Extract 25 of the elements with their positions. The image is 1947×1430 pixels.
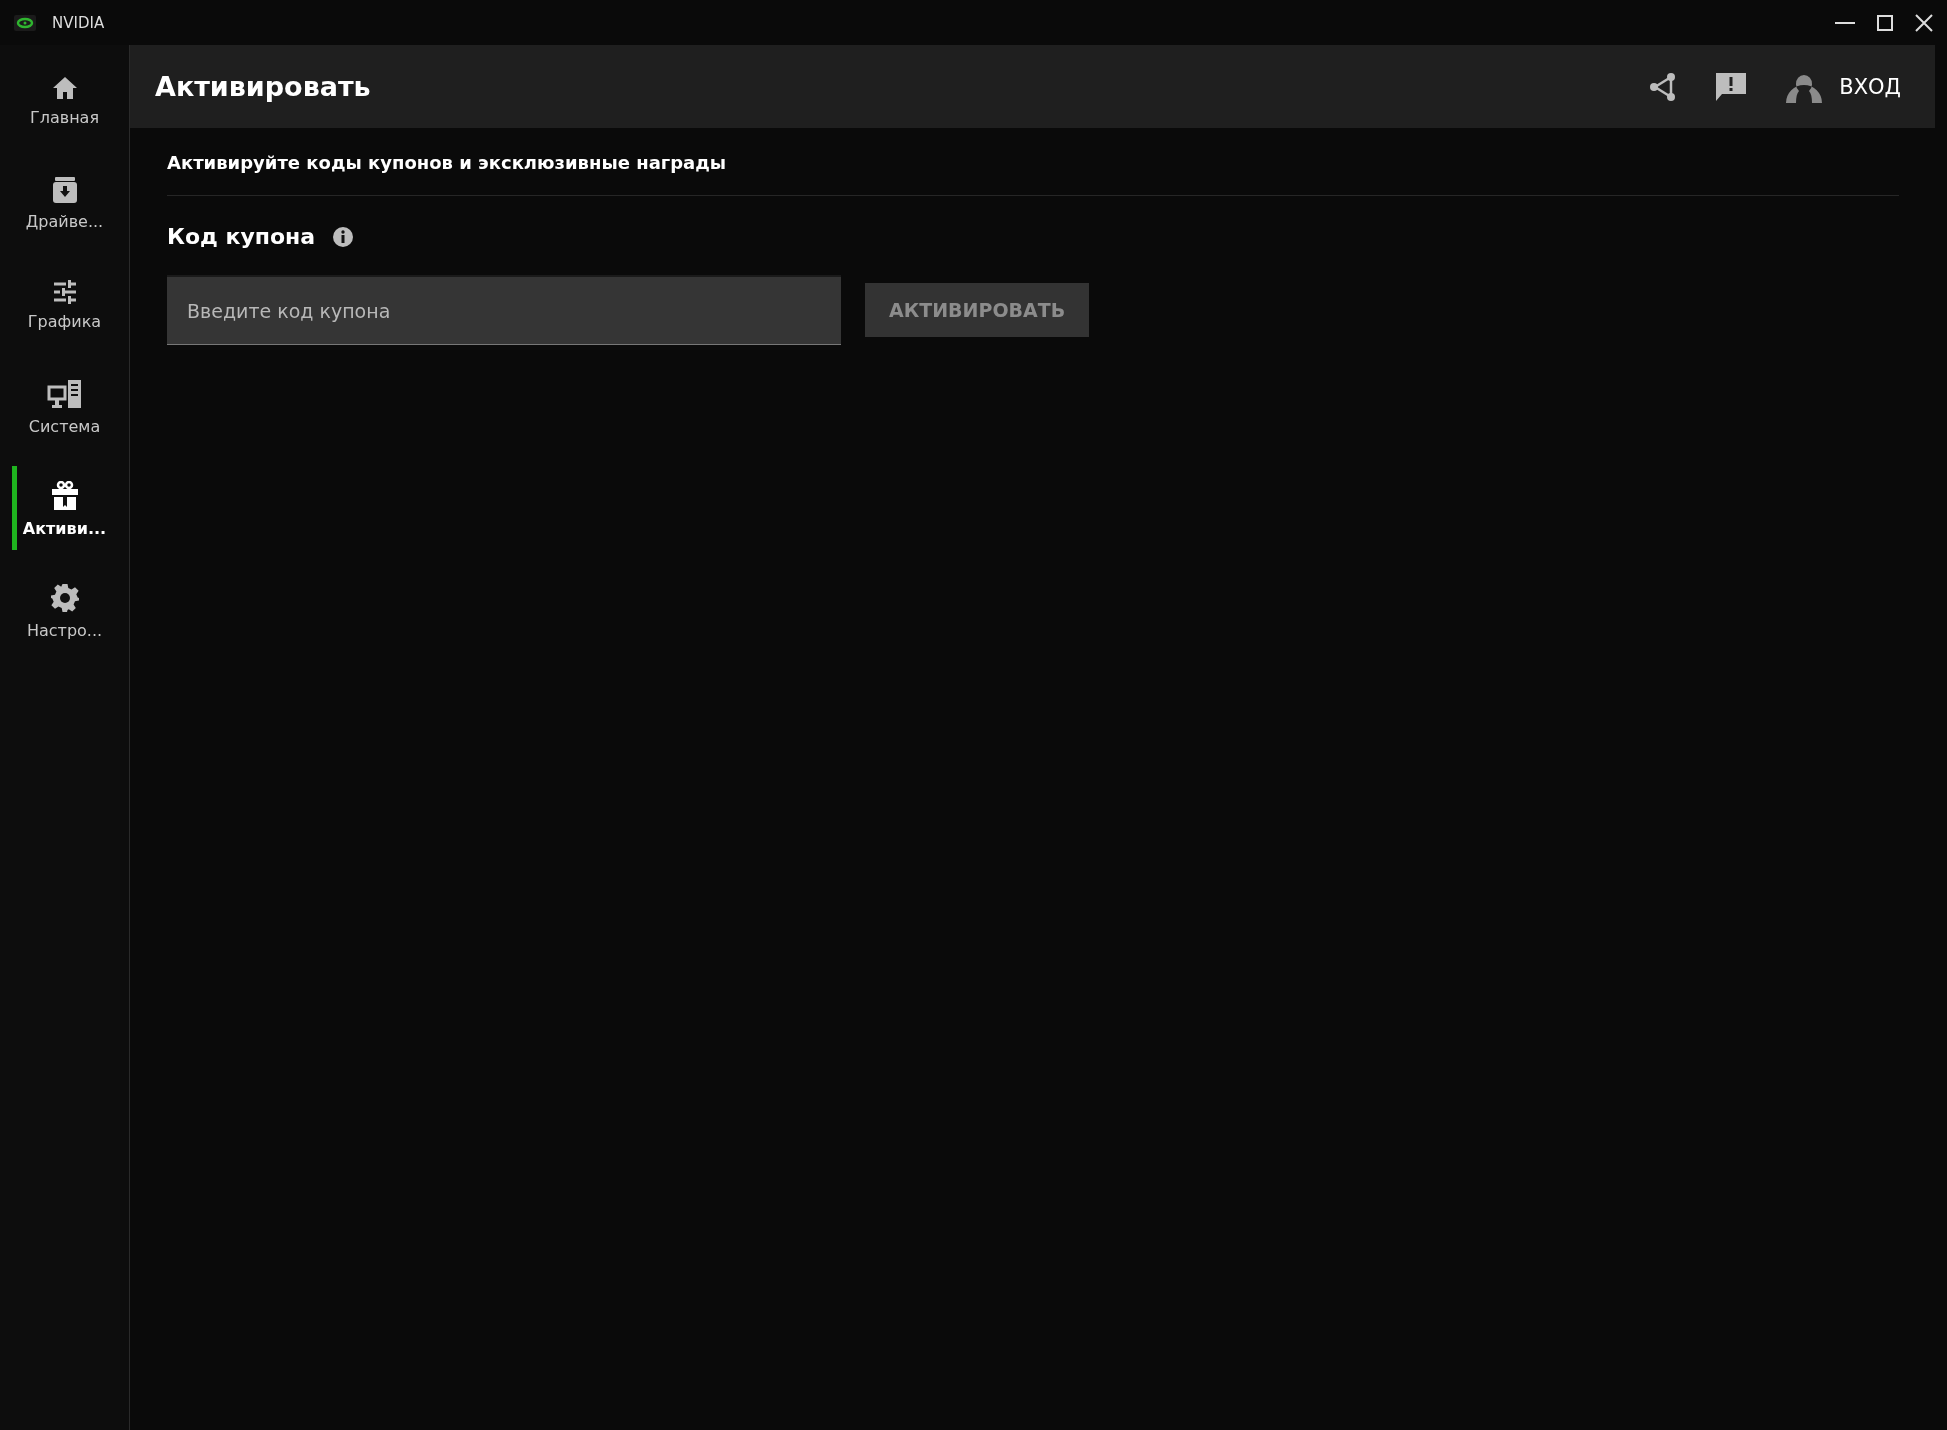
sliders-icon bbox=[51, 279, 78, 304]
maximize-icon[interactable] bbox=[1877, 14, 1893, 31]
info-icon[interactable] bbox=[333, 226, 354, 247]
settings-icon bbox=[49, 582, 80, 613]
sidebar-item[interactable]: Настро... bbox=[0, 560, 129, 662]
share-icon[interactable] bbox=[1649, 71, 1678, 102]
sidebar-item[interactable]: Система bbox=[0, 356, 129, 458]
subtitle: Активируйте коды купонов и эксклюзивные награды bbox=[167, 152, 1899, 196]
field-label: Код купона bbox=[167, 224, 316, 249]
gift-icon bbox=[50, 480, 79, 511]
download-box-icon bbox=[51, 175, 78, 204]
window-title: NVIDIA bbox=[52, 13, 105, 32]
coupon-input-field[interactable]: Введите код купона bbox=[167, 275, 841, 345]
sidebar-item[interactable]: Активи... bbox=[0, 458, 129, 560]
login-button[interactable]: ВХОД bbox=[1785, 70, 1901, 103]
minimize-icon[interactable] bbox=[1835, 21, 1855, 24]
sidebar-item[interactable]: Главная bbox=[0, 50, 129, 152]
close-icon[interactable] bbox=[1915, 13, 1933, 32]
page-title: Активировать bbox=[155, 71, 371, 102]
nvidia-logo-icon bbox=[14, 14, 36, 31]
computer-icon bbox=[46, 378, 83, 409]
sidebar-item[interactable]: Графика bbox=[0, 254, 129, 356]
home-icon bbox=[51, 75, 78, 100]
feedback-icon[interactable] bbox=[1715, 71, 1748, 102]
sidebar-item[interactable]: Драйве... bbox=[0, 152, 129, 254]
